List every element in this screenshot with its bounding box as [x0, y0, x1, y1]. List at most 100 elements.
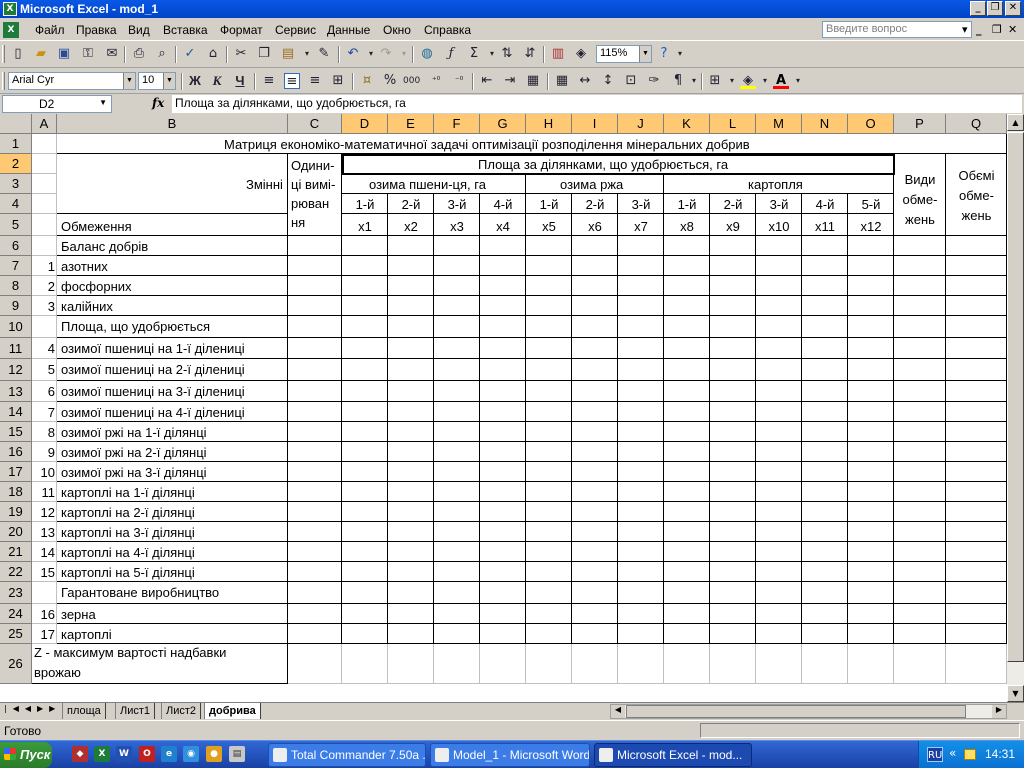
- cell[interactable]: [32, 154, 57, 174]
- vertical-scrollbar[interactable]: ▲ ▼: [1007, 114, 1024, 702]
- cell[interactable]: [288, 442, 342, 462]
- cell[interactable]: [434, 316, 480, 338]
- minimize-button[interactable]: _: [970, 1, 986, 16]
- cell[interactable]: [388, 381, 434, 402]
- cell[interactable]: [480, 402, 526, 422]
- cell[interactable]: [388, 316, 434, 338]
- cell[interactable]: [288, 624, 342, 644]
- cell[interactable]: [388, 562, 434, 582]
- cell[interactable]: [288, 462, 342, 482]
- menu-item[interactable]: Правка: [76, 23, 117, 37]
- currency-icon[interactable]: ¤: [359, 73, 375, 89]
- cell[interactable]: [288, 522, 342, 542]
- cell[interactable]: [388, 296, 434, 316]
- cell[interactable]: [664, 644, 710, 684]
- cell[interactable]: [32, 174, 57, 194]
- row-header[interactable]: 6: [0, 236, 32, 256]
- cell[interactable]: [480, 562, 526, 582]
- cell[interactable]: [388, 256, 434, 276]
- cell[interactable]: [572, 502, 618, 522]
- cell[interactable]: [802, 381, 848, 402]
- cell[interactable]: [946, 422, 1007, 442]
- scroll-thumb[interactable]: [1007, 132, 1024, 662]
- print-preview-icon[interactable]: ⌕: [154, 46, 170, 62]
- cell[interactable]: [342, 462, 388, 482]
- cell[interactable]: [618, 624, 664, 644]
- ie-quicklaunch-icon[interactable]: e: [161, 746, 177, 762]
- cell[interactable]: [802, 604, 848, 624]
- cell[interactable]: [480, 482, 526, 502]
- cell[interactable]: [710, 482, 756, 502]
- cell[interactable]: [618, 316, 664, 338]
- cell[interactable]: [756, 644, 802, 684]
- merge-center-icon[interactable]: ⊞: [330, 73, 346, 89]
- chevron-down-icon[interactable]: ▾: [396, 46, 412, 62]
- row-header[interactable]: 10: [0, 316, 32, 338]
- thousands-button[interactable]: 000: [403, 73, 420, 89]
- cell[interactable]: [618, 276, 664, 296]
- cell[interactable]: [572, 236, 618, 256]
- row-header[interactable]: 3: [0, 174, 32, 194]
- cell[interactable]: [664, 296, 710, 316]
- bold-button[interactable]: Ж: [187, 73, 203, 89]
- cell[interactable]: [710, 502, 756, 522]
- column-header[interactable]: A: [32, 114, 57, 134]
- cell[interactable]: [480, 442, 526, 462]
- column-width-icon[interactable]: ↔: [577, 73, 593, 89]
- cell[interactable]: [342, 502, 388, 522]
- menu-item[interactable]: Вставка: [163, 23, 208, 37]
- cell[interactable]: [572, 256, 618, 276]
- column-header[interactable]: F: [434, 114, 480, 134]
- cell[interactable]: [710, 296, 756, 316]
- cell[interactable]: [526, 256, 572, 276]
- cell[interactable]: [342, 604, 388, 624]
- cell[interactable]: [756, 462, 802, 482]
- cell[interactable]: [572, 462, 618, 482]
- cell[interactable]: [664, 462, 710, 482]
- row-header[interactable]: 4: [0, 194, 32, 214]
- cell[interactable]: [664, 502, 710, 522]
- cell[interactable]: [480, 316, 526, 338]
- chart-wizard-icon[interactable]: ▥: [550, 46, 566, 62]
- cell[interactable]: [526, 562, 572, 582]
- chevron-down-icon[interactable]: ▾: [363, 46, 379, 62]
- cell[interactable]: [288, 604, 342, 624]
- cell[interactable]: [288, 482, 342, 502]
- cell[interactable]: [848, 256, 894, 276]
- font-name-select[interactable]: Arial Cyr ▼: [8, 72, 136, 90]
- cell[interactable]: [526, 276, 572, 296]
- align-center-icon[interactable]: ≡: [284, 73, 300, 89]
- cell[interactable]: [946, 316, 1007, 338]
- cell[interactable]: [342, 542, 388, 562]
- cell[interactable]: [480, 502, 526, 522]
- cell[interactable]: [664, 522, 710, 542]
- cell[interactable]: [388, 236, 434, 256]
- cell[interactable]: [572, 338, 618, 359]
- cell[interactable]: [342, 562, 388, 582]
- cell[interactable]: [388, 338, 434, 359]
- cell[interactable]: [434, 359, 480, 381]
- cell[interactable]: [388, 502, 434, 522]
- cell[interactable]: [388, 422, 434, 442]
- hyperlink-icon[interactable]: ◍: [419, 46, 435, 62]
- row-header[interactable]: 24: [0, 604, 32, 624]
- cell[interactable]: [848, 402, 894, 422]
- sheet-tab[interactable]: площа: [62, 703, 106, 719]
- cell[interactable]: [756, 562, 802, 582]
- cell[interactable]: [756, 276, 802, 296]
- cell[interactable]: [618, 542, 664, 562]
- row-header[interactable]: 16: [0, 442, 32, 462]
- font-color-icon[interactable]: A: [773, 73, 789, 89]
- cell[interactable]: [894, 256, 946, 276]
- new-icon[interactable]: ▯: [10, 46, 26, 62]
- cell[interactable]: [802, 542, 848, 562]
- cell[interactable]: [388, 462, 434, 482]
- cell[interactable]: [946, 236, 1007, 256]
- cell[interactable]: [388, 624, 434, 644]
- cell[interactable]: [480, 604, 526, 624]
- cell[interactable]: [946, 482, 1007, 502]
- cell[interactable]: [664, 562, 710, 582]
- italic-button[interactable]: К: [209, 73, 225, 89]
- cell[interactable]: [480, 624, 526, 644]
- cell[interactable]: [526, 442, 572, 462]
